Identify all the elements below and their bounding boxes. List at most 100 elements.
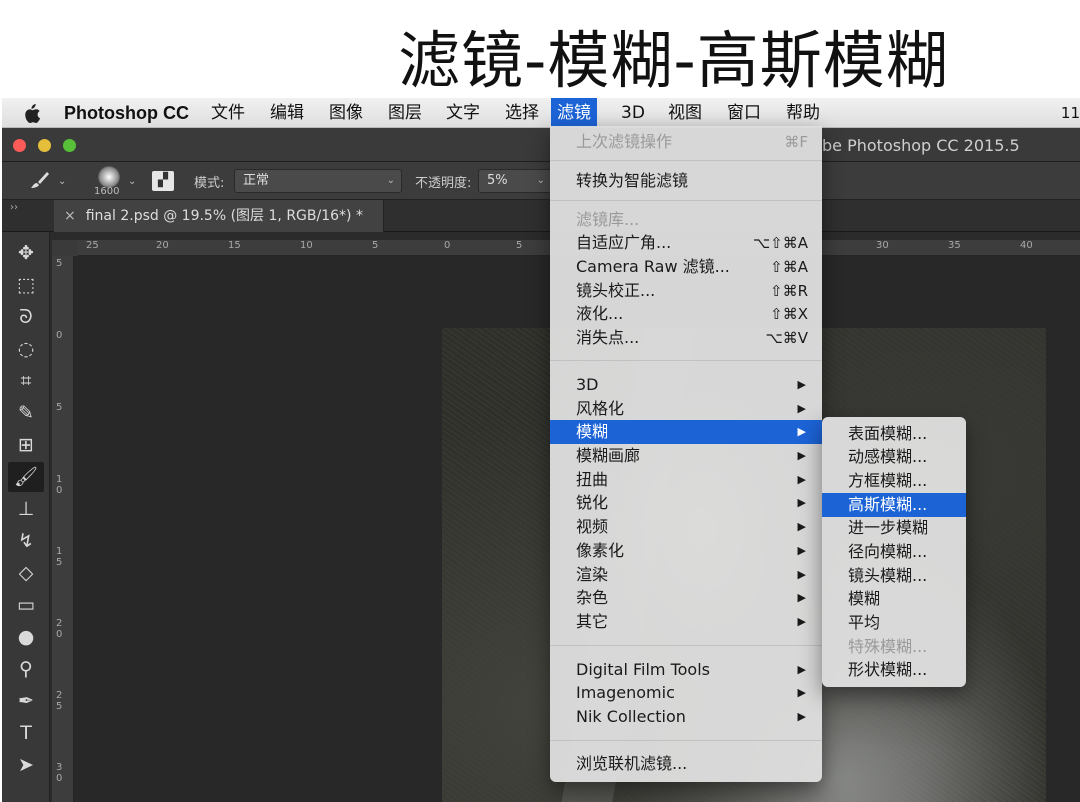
submenu-item-motion-blur[interactable]: 动感模糊... xyxy=(822,445,966,469)
submenu-item-blur[interactable]: 模糊 xyxy=(822,587,966,611)
close-window-button[interactable] xyxy=(13,139,26,152)
chevron-down-icon[interactable]: ⌄ xyxy=(128,176,136,187)
menu-layer[interactable]: 图层 xyxy=(388,98,422,128)
app-name-menu[interactable]: Photoshop CC xyxy=(64,98,189,128)
chevron-down-icon: ⌄ xyxy=(536,175,545,186)
menu-item-sharpen[interactable]: 锐化 ▶ xyxy=(550,491,822,515)
collapse-panels-icon[interactable]: ›› xyxy=(10,202,18,213)
menu-3d[interactable]: 3D xyxy=(621,98,645,128)
ruler-tick: 3 0 xyxy=(56,762,63,784)
submenu-item-gaussian-blur[interactable]: 高斯模糊... xyxy=(822,493,966,517)
ruler-corner xyxy=(52,240,78,256)
menu-item-label: 上次滤镜操作 xyxy=(576,132,673,151)
brush-preview[interactable] xyxy=(98,166,120,188)
menu-window[interactable]: 窗口 xyxy=(727,98,761,128)
submenu-item-box-blur[interactable]: 方框模糊... xyxy=(822,469,966,493)
menu-item-convert-smart-filter[interactable]: 转换为智能滤镜 xyxy=(550,169,822,193)
submenu-arrow-icon: ▶ xyxy=(797,710,806,723)
menu-item-label: Imagenomic xyxy=(576,683,675,702)
menu-item-video[interactable]: 视频 ▶ xyxy=(550,515,822,539)
submenu-item-smart-blur: 特殊模糊... xyxy=(848,637,928,656)
menu-select[interactable]: 选择 xyxy=(505,98,539,128)
menu-item-blur[interactable]: 模糊 ▶ xyxy=(550,420,822,444)
menu-image[interactable]: 图像 xyxy=(329,98,363,128)
menu-item-nik-collection[interactable]: Nik Collection ▶ xyxy=(550,705,822,729)
submenu-arrow-icon: ▶ xyxy=(797,473,806,486)
submenu-arrow-icon: ▶ xyxy=(797,568,806,581)
window-titlebar: be Photoshop CC 2015.5 xyxy=(2,128,1080,162)
menu-file[interactable]: 文件 xyxy=(211,98,245,128)
menu-item-3d[interactable]: 3D ▶ xyxy=(550,373,822,397)
marquee-tool-icon[interactable]: ⬚ xyxy=(8,270,44,300)
menu-item-distort[interactable]: 扭曲 ▶ xyxy=(550,468,822,492)
blur-submenu: 表面模糊... 动感模糊... 方框模糊... 高斯模糊... 进一步模糊 径向… xyxy=(822,417,966,687)
menu-item-stylize[interactable]: 风格化 ▶ xyxy=(550,397,822,421)
menu-filter[interactable]: 滤镜 xyxy=(551,98,597,128)
ruler-tick: 1 0 xyxy=(56,474,63,496)
ruler-tick: 20 xyxy=(156,240,169,251)
menu-item-render[interactable]: 渲染 ▶ xyxy=(550,563,822,587)
menu-type[interactable]: 文字 xyxy=(446,98,480,128)
menu-item-pixelate[interactable]: 像素化 ▶ xyxy=(550,539,822,563)
submenu-item-surface-blur[interactable]: 表面模糊... xyxy=(822,422,966,446)
menu-item-vanishing-point[interactable]: 消失点... ⌥⌘V xyxy=(550,326,822,350)
clone-stamp-tool-icon[interactable]: ⊥ xyxy=(8,494,44,524)
shortcut: ⌥⇧⌘A xyxy=(752,234,808,252)
minimize-window-button[interactable] xyxy=(38,139,51,152)
filter-menu: 上次滤镜操作 ⌘F 转换为智能滤镜 滤镜库... 自适应广角... ⌥⇧⌘A Cam… xyxy=(550,126,822,782)
chevron-down-icon[interactable]: ⌄ xyxy=(58,176,66,187)
lasso-tool-icon[interactable]: ᘐ xyxy=(8,302,44,332)
apple-icon[interactable] xyxy=(22,98,42,128)
menu-view[interactable]: 视图 xyxy=(668,98,702,128)
mode-value: 正常 xyxy=(243,173,270,188)
brush-tool-icon[interactable]: 🖌 xyxy=(8,462,44,492)
menu-item-label: 自适应广角... xyxy=(576,233,672,252)
close-tab-icon[interactable]: × xyxy=(64,208,76,224)
menu-item-imagenomic[interactable]: Imagenomic ▶ xyxy=(550,681,822,705)
menu-item-blur-gallery[interactable]: 模糊画廊 ▶ xyxy=(550,444,822,468)
submenu-item-blur-more[interactable]: 进一步模糊 xyxy=(822,516,966,540)
healing-brush-tool-icon[interactable]: ⊞ xyxy=(8,430,44,460)
brush-panel-icon[interactable]: ▞ xyxy=(152,171,174,191)
type-tool-icon[interactable]: T xyxy=(8,718,44,748)
submenu-arrow-icon: ▶ xyxy=(797,520,806,533)
opacity-field[interactable]: 5% ⌄ xyxy=(478,169,552,193)
eyedropper-tool-icon[interactable]: ✎ xyxy=(8,398,44,428)
ruler-tick: 40 xyxy=(1020,240,1033,251)
move-tool-icon[interactable]: ✥ xyxy=(8,238,44,268)
pen-tool-icon[interactable]: ✒ xyxy=(8,686,44,716)
menu-item-noise[interactable]: 杂色 ▶ xyxy=(550,586,822,610)
shortcut: ⇧⌘R xyxy=(770,282,808,300)
submenu-item-shape-blur[interactable]: 形状模糊... xyxy=(822,658,966,682)
gradient-tool-icon[interactable]: ▭ xyxy=(8,590,44,620)
menu-item-browse-filters-online[interactable]: 浏览联机滤镜... xyxy=(550,752,822,776)
menu-edit[interactable]: 编辑 xyxy=(270,98,304,128)
menu-item-other[interactable]: 其它 ▶ xyxy=(550,610,822,634)
history-brush-tool-icon[interactable]: ↯ xyxy=(8,526,44,556)
menu-item-lens-correction[interactable]: 镜头校正... ⇧⌘R xyxy=(550,279,822,303)
tools-panel: ✥ ⬚ ᘐ ◌ ⌗ ✎ ⊞ 🖌 ⊥ ↯ ◇ ▭ ● ⚲ ✒ T ➤ xyxy=(2,232,50,802)
menu-item-liquify[interactable]: 液化... ⇧⌘X xyxy=(550,302,822,326)
path-selection-tool-icon[interactable]: ➤ xyxy=(8,750,44,780)
page-title: 滤镜-模糊-高斯模糊 xyxy=(398,24,949,97)
brush-tool-icon[interactable] xyxy=(30,170,50,195)
document-tab-title: final 2.psd @ 19.5% (图层 1, RGB/16*) * xyxy=(85,208,363,224)
eraser-tool-icon[interactable]: ◇ xyxy=(8,558,44,588)
document-tab[interactable]: × final 2.psd @ 19.5% (图层 1, RGB/16*) * xyxy=(54,200,384,232)
menu-help[interactable]: 帮助 xyxy=(786,98,820,128)
quick-selection-tool-icon[interactable]: ◌ xyxy=(8,334,44,364)
menu-item-camera-raw[interactable]: Camera Raw 滤镜... ⇧⌘A xyxy=(550,255,822,279)
menu-item-label: 镜头校正... xyxy=(576,281,656,300)
mode-select[interactable]: 正常 ⌄ xyxy=(234,169,402,193)
zoom-window-button[interactable] xyxy=(63,139,76,152)
submenu-item-lens-blur[interactable]: 镜头模糊... xyxy=(822,564,966,588)
blur-tool-icon[interactable]: ● xyxy=(8,622,44,652)
menu-item-digital-film-tools[interactable]: Digital Film Tools ▶ xyxy=(550,658,822,682)
menu-item-adaptive-wide-angle[interactable]: 自适应广角... ⌥⇧⌘A xyxy=(550,231,822,255)
submenu-item-radial-blur[interactable]: 径向模糊... xyxy=(822,540,966,564)
submenu-item-average[interactable]: 平均 xyxy=(822,611,966,635)
dodge-tool-icon[interactable]: ⚲ xyxy=(8,654,44,684)
menu-item-label: 3D xyxy=(576,375,599,394)
crop-tool-icon[interactable]: ⌗ xyxy=(8,366,44,396)
ruler-tick: 5 xyxy=(56,258,63,269)
